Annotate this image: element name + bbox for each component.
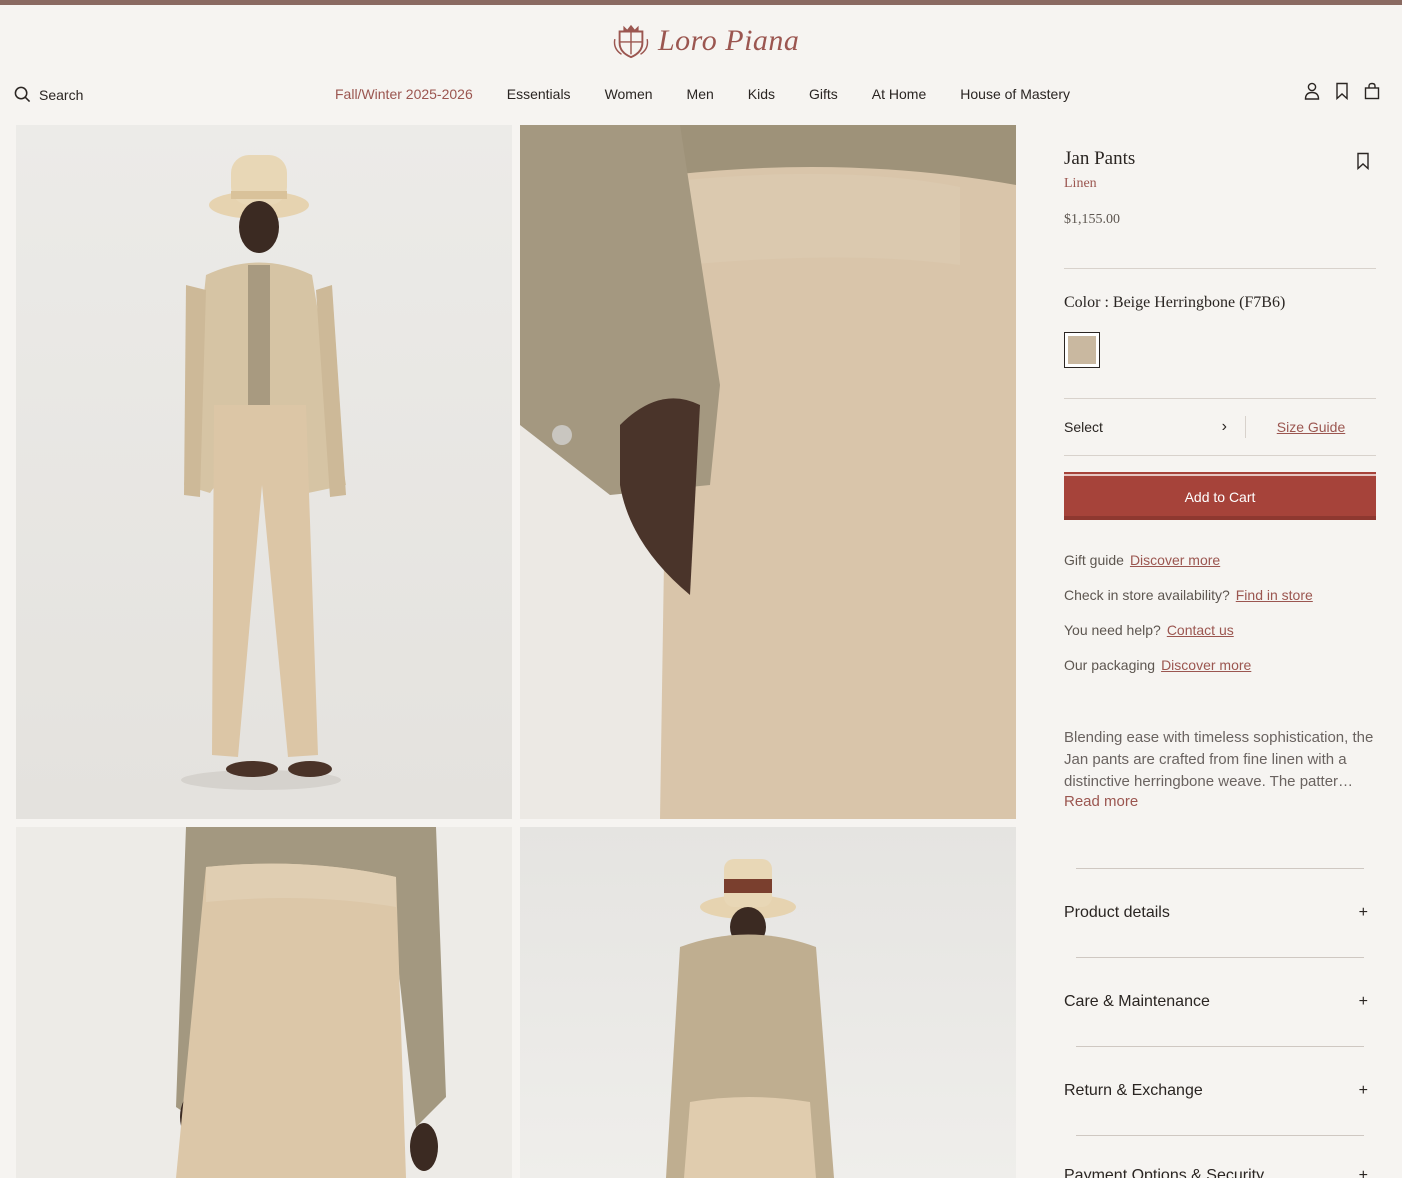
main-nav: Fall/Winter 2025-2026 Essentials Women M… xyxy=(335,86,1104,102)
product-title: Jan Pants xyxy=(1064,148,1136,169)
nav-item-fall-winter[interactable]: Fall/Winter 2025-2026 xyxy=(335,86,473,102)
contact-us-link[interactable]: Contact us xyxy=(1167,622,1234,638)
product-image-back[interactable] xyxy=(520,827,1016,1178)
info-label: You need help? xyxy=(1064,622,1161,638)
brand-logo[interactable]: Loro Piana xyxy=(612,22,799,60)
divider xyxy=(1064,268,1376,269)
size-guide-link[interactable]: Size Guide xyxy=(1246,419,1376,435)
product-image-detail-waist[interactable] xyxy=(520,125,1016,819)
bookmark-icon[interactable] xyxy=(1356,152,1370,170)
plus-icon: + xyxy=(1358,904,1368,921)
nav-item-essentials[interactable]: Essentials xyxy=(507,86,571,102)
nav-item-house-of-mastery[interactable]: House of Mastery xyxy=(960,86,1070,102)
info-help: You need help? Contact us xyxy=(1064,622,1376,638)
search-button[interactable]: Search xyxy=(14,86,83,103)
swatch-fill xyxy=(1068,336,1096,364)
header-actions xyxy=(1304,82,1380,100)
wishlist-icon[interactable] xyxy=(1334,82,1350,100)
info-links: Gift guide Discover more Check in store a… xyxy=(1064,552,1376,673)
accordion-product-details[interactable]: Product details + xyxy=(1064,868,1376,957)
info-label: Check in store availability? xyxy=(1064,587,1230,603)
gift-guide-link[interactable]: Discover more xyxy=(1130,552,1220,568)
top-border xyxy=(0,0,1402,5)
accordion-label: Care & Maintenance xyxy=(1064,993,1210,1010)
nav-item-men[interactable]: Men xyxy=(687,86,714,102)
info-gift-guide: Gift guide Discover more xyxy=(1064,552,1376,568)
cart-icon[interactable] xyxy=(1364,82,1380,100)
color-swatch-beige[interactable] xyxy=(1064,332,1100,368)
read-more-link[interactable]: Read more xyxy=(1064,793,1376,810)
packaging-link[interactable]: Discover more xyxy=(1161,657,1251,673)
plus-icon: + xyxy=(1358,993,1368,1010)
brand-wordmark: Loro Piana xyxy=(658,24,800,57)
accordion-payment[interactable]: Payment Options & Security + xyxy=(1064,1135,1376,1178)
accordion-label: Payment Options & Security xyxy=(1064,1167,1265,1178)
account-icon[interactable] xyxy=(1304,82,1320,100)
search-label: Search xyxy=(39,86,84,103)
info-packaging: Our packaging Discover more xyxy=(1064,657,1376,673)
info-store-availability: Check in store availability? Find in stor… xyxy=(1064,587,1376,603)
plus-icon: + xyxy=(1358,1082,1368,1099)
nav-item-gifts[interactable]: Gifts xyxy=(809,86,838,102)
product-panel: Jan Pants Linen $1,155.00 Color : Beige … xyxy=(1064,148,1376,810)
size-select-row: Select › Size Guide xyxy=(1064,399,1376,455)
divider xyxy=(1064,455,1376,456)
nav-item-women[interactable]: Women xyxy=(605,86,653,102)
product-material: Linen xyxy=(1064,176,1097,191)
nav-item-at-home[interactable]: At Home xyxy=(872,86,926,102)
accordion-care[interactable]: Care & Maintenance + xyxy=(1064,957,1376,1046)
accordion-return[interactable]: Return & Exchange + xyxy=(1064,1046,1376,1135)
product-price: $1,155.00 xyxy=(1064,212,1120,227)
add-to-cart-button[interactable]: Add to Cart xyxy=(1064,472,1376,520)
product-description: Blending ease with timeless sophisticati… xyxy=(1064,729,1374,790)
product-image-front[interactable] xyxy=(16,125,512,819)
accordion-label: Return & Exchange xyxy=(1064,1082,1203,1099)
info-label: Our packaging xyxy=(1064,657,1156,673)
crest-icon xyxy=(613,24,649,59)
find-in-store-link[interactable]: Find in store xyxy=(1236,587,1313,603)
chevron-right-icon[interactable]: › xyxy=(1222,418,1227,436)
nav-item-kids[interactable]: Kids xyxy=(748,86,775,102)
size-select[interactable]: Select xyxy=(1064,419,1103,435)
plus-icon: + xyxy=(1358,1167,1368,1178)
accordion-label: Product details xyxy=(1064,904,1170,921)
info-label: Gift guide xyxy=(1064,552,1124,568)
product-image-side[interactable] xyxy=(16,827,512,1178)
color-label: Color : Beige Herringbone (F7B6) xyxy=(1064,294,1286,311)
search-icon xyxy=(14,86,31,103)
